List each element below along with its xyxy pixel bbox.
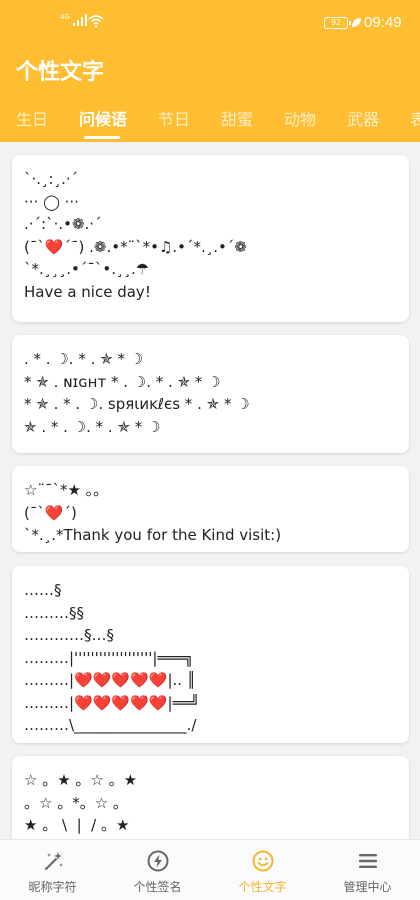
- category-tabs: 生日 问候语 节日 甜蜜 动物 武器 表: [0, 100, 420, 140]
- bottom-navigation: 昵称字符 个性签名 个性文字 管理中心: [0, 839, 420, 900]
- magic-wand-icon: [45, 852, 63, 870]
- app-header: 4G 92 09:49 个性文字 生日 问候语 节日 甜蜜 动物 武器 表: [0, 0, 420, 142]
- page-title: 个性文字: [16, 60, 105, 85]
- nav-label: 个性文字: [238, 880, 287, 894]
- tab-animal[interactable]: 动物: [284, 106, 316, 130]
- wifi-icon: [88, 15, 104, 28]
- tab-weapon[interactable]: 武器: [347, 106, 379, 130]
- status-time: 09:49: [364, 14, 402, 31]
- nav-label: 个性签名: [133, 880, 182, 894]
- nav-management[interactable]: 管理中心: [315, 840, 420, 900]
- leaf-icon: [352, 18, 361, 27]
- text-art-content: `·.¸:¸.·´ ··· ◯ ··· .·´:`·.•❁.·´ (¯`❤️´¯…: [24, 170, 247, 301]
- active-tab-indicator: [84, 136, 120, 139]
- nav-label: 管理中心: [343, 880, 392, 894]
- text-art-card[interactable]: ……§ ………§§ …………§…§ ………|''''''''''''''''''…: [12, 566, 409, 743]
- status-bar: 4G 92 09:49: [0, 0, 420, 46]
- battery-icon: 92: [324, 17, 351, 29]
- text-art-content: ☆ 。★ 。☆ 。★ 。☆ 。*。☆ 。 ★ 。 \ | / 。★: [24, 771, 138, 834]
- nav-text-art[interactable]: 个性文字: [210, 840, 315, 900]
- tab-holiday[interactable]: 节日: [158, 106, 190, 130]
- tab-greetings[interactable]: 问候语: [79, 106, 127, 130]
- text-art-content: ☆¨¯`*★ 。。 (¯`❤️´) `*.¸.*Thank you for th…: [24, 481, 282, 544]
- smiley-icon: [252, 850, 274, 872]
- menu-icon: [359, 854, 377, 868]
- tab-birthday[interactable]: 生日: [16, 106, 48, 130]
- text-art-card[interactable]: `·.¸:¸.·´ ··· ◯ ··· .·´:`·.•❁.·´ (¯`❤️´¯…: [12, 155, 409, 322]
- text-art-content: . * . ☽. * . ✯ * ☽ * ✯ . ɴɪɢнт * . ☽. * …: [24, 350, 250, 436]
- lightning-icon: [147, 850, 169, 872]
- text-art-card[interactable]: . * . ☽. * . ✯ * ☽ * ✯ . ɴɪɢнт * . ☽. * …: [12, 335, 409, 453]
- battery-level: 92: [330, 18, 342, 27]
- network-type-label: 4G: [60, 13, 70, 21]
- text-art-content: ……§ ………§§ …………§…§ ………|''''''''''''''''''…: [24, 581, 200, 734]
- nav-label: 昵称字符: [28, 880, 77, 894]
- nav-nickname-chars[interactable]: 昵称字符: [0, 840, 105, 900]
- tab-sweet[interactable]: 甜蜜: [221, 106, 253, 130]
- cellular-signal-icon: 4G: [60, 14, 87, 26]
- tab-more[interactable]: 表: [410, 106, 420, 130]
- text-art-card[interactable]: ☆¨¯`*★ 。。 (¯`❤️´) `*.¸.*Thank you for th…: [12, 466, 409, 552]
- nav-signature[interactable]: 个性签名: [105, 840, 210, 900]
